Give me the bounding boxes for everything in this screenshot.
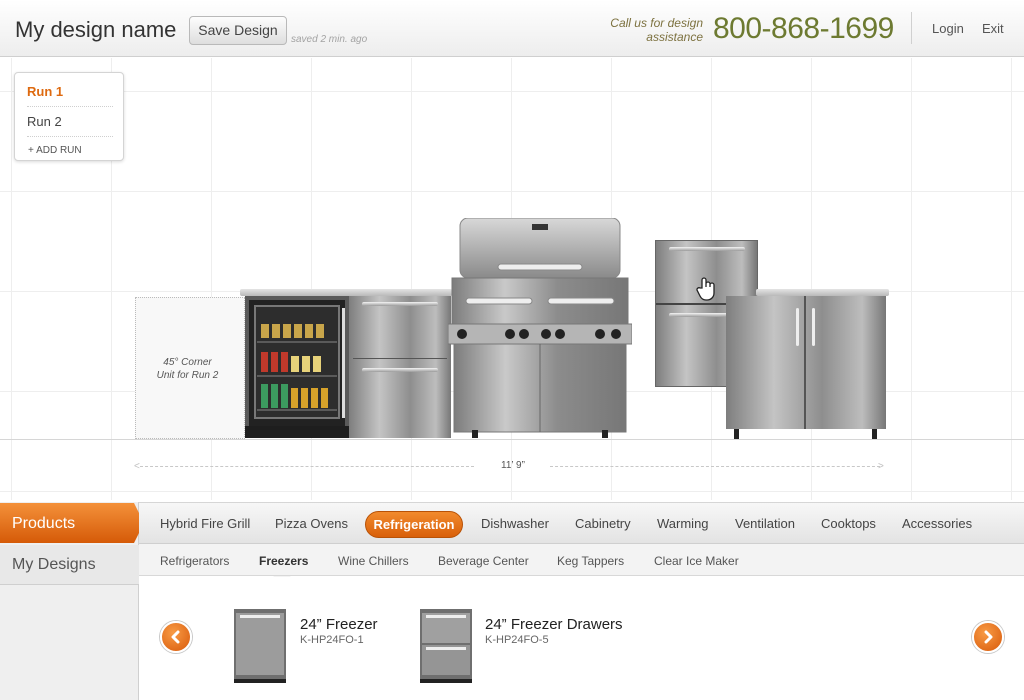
runs-panel: Run 1 Run 2 + ADD RUN xyxy=(14,72,124,161)
product-title[interactable]: 24” Freezer xyxy=(300,616,378,633)
call-us-line2: assistance xyxy=(646,30,703,44)
drawer-seam xyxy=(353,358,447,359)
dimension-arrow-left-icon: < xyxy=(134,461,140,472)
arrow-left-icon xyxy=(171,630,180,644)
product-title[interactable]: 24” Freezer Drawers xyxy=(485,616,623,633)
nav-products-tab[interactable]: Products xyxy=(0,503,144,543)
login-link[interactable]: Login xyxy=(932,21,964,36)
hand-cursor-icon xyxy=(696,277,718,301)
header-divider xyxy=(911,12,912,44)
subcategory-freezers[interactable]: Freezers xyxy=(259,554,308,568)
subcategory-wine-chillers[interactable]: Wine Chillers xyxy=(338,554,409,568)
category-bar: Hybrid Fire Grill Pizza Ovens Refrigerat… xyxy=(139,502,1024,544)
drawer-handle xyxy=(362,302,438,306)
phone-number: 800-868-1699 xyxy=(713,12,894,45)
design-canvas[interactable]: Run 1 Run 2 + ADD RUN 45° Corner Unit fo… xyxy=(0,58,1024,500)
product-thumbnail-freezer-drawers[interactable] xyxy=(420,609,472,683)
subcategory-beverage-center[interactable]: Beverage Center xyxy=(438,554,529,568)
grill-appliance[interactable] xyxy=(447,217,633,440)
subcategory-clear-ice-maker[interactable]: Clear Ice Maker xyxy=(654,554,739,568)
cabinet-foot xyxy=(734,429,739,439)
category-refrigeration[interactable]: Refrigeration xyxy=(365,511,463,538)
carousel-next-button[interactable] xyxy=(972,621,1004,653)
drawer-unit-appliance[interactable] xyxy=(349,296,451,438)
category-accessories[interactable]: Accessories xyxy=(902,516,972,531)
run-separator xyxy=(27,106,113,107)
save-design-button[interactable]: Save Design xyxy=(189,16,287,45)
call-us-line1: Call us for design xyxy=(610,16,703,30)
corner-label-line1: 45° Corner xyxy=(163,357,212,368)
arrow-right-icon xyxy=(984,630,993,644)
run-1-item[interactable]: Run 1 xyxy=(27,84,113,99)
cabinet-door-seam xyxy=(804,296,806,429)
cabinet-handle xyxy=(812,308,815,346)
nav-products-label: Products xyxy=(12,515,76,532)
subcategory-refrigerators[interactable]: Refrigerators xyxy=(160,554,229,568)
drawer-handle xyxy=(362,368,438,372)
cabinet-foot xyxy=(872,429,877,439)
header-bar: My design name Save Design saved 2 min. … xyxy=(0,0,1024,57)
corner-label-line2: Unit for Run 2 xyxy=(156,370,219,381)
category-warming[interactable]: Warming xyxy=(657,516,709,531)
saved-status-text: saved 2 min. ago xyxy=(291,34,368,45)
carousel-prev-button[interactable] xyxy=(160,621,192,653)
beverage-center-appliance[interactable] xyxy=(245,296,349,438)
dimension-arrow-right-icon: > xyxy=(878,461,884,472)
run-2-item[interactable]: Run 2 xyxy=(27,114,113,129)
corner-unit-label: 45° Corner Unit for Run 2 xyxy=(145,356,230,382)
subcategory-keg-tappers[interactable]: Keg Tappers xyxy=(557,554,624,568)
category-dishwasher[interactable]: Dishwasher xyxy=(481,516,549,531)
category-ventilation[interactable]: Ventilation xyxy=(735,516,795,531)
cabinet-appliance[interactable] xyxy=(726,296,886,429)
call-us-text: Call us for design assistance xyxy=(600,16,703,44)
nav-my-designs-label: My Designs xyxy=(12,556,96,573)
dimension-line-right xyxy=(550,466,880,467)
run-separator xyxy=(27,136,113,137)
subcategory-bar: Refrigerators Freezers Wine Chillers Bev… xyxy=(139,544,1024,576)
add-run-button[interactable]: + ADD RUN xyxy=(28,145,82,156)
category-hybrid-fire-grill[interactable]: Hybrid Fire Grill xyxy=(160,516,250,531)
product-carousel: 24” Freezer K-HP24FO-1 24” Freezer Drawe… xyxy=(140,577,1024,700)
cabinet-handle xyxy=(796,308,799,346)
dimension-line-left xyxy=(140,466,474,467)
product-sku: K-HP24FO-1 xyxy=(300,634,364,646)
drawer-handle xyxy=(669,247,745,251)
dimension-label: 11’ 9” xyxy=(501,460,525,471)
nav-my-designs-tab[interactable]: My Designs xyxy=(0,545,139,585)
countertop-left xyxy=(240,289,452,296)
product-sku: K-HP24FO-5 xyxy=(485,634,549,646)
category-cooktops[interactable]: Cooktops xyxy=(821,516,876,531)
design-name-title[interactable]: My design name xyxy=(15,17,176,43)
product-thumbnail-freezer[interactable] xyxy=(234,609,286,683)
category-pizza-ovens[interactable]: Pizza Ovens xyxy=(275,516,348,531)
category-cabinetry[interactable]: Cabinetry xyxy=(575,516,631,531)
exit-link[interactable]: Exit xyxy=(982,21,1004,36)
countertop-right xyxy=(756,289,889,296)
